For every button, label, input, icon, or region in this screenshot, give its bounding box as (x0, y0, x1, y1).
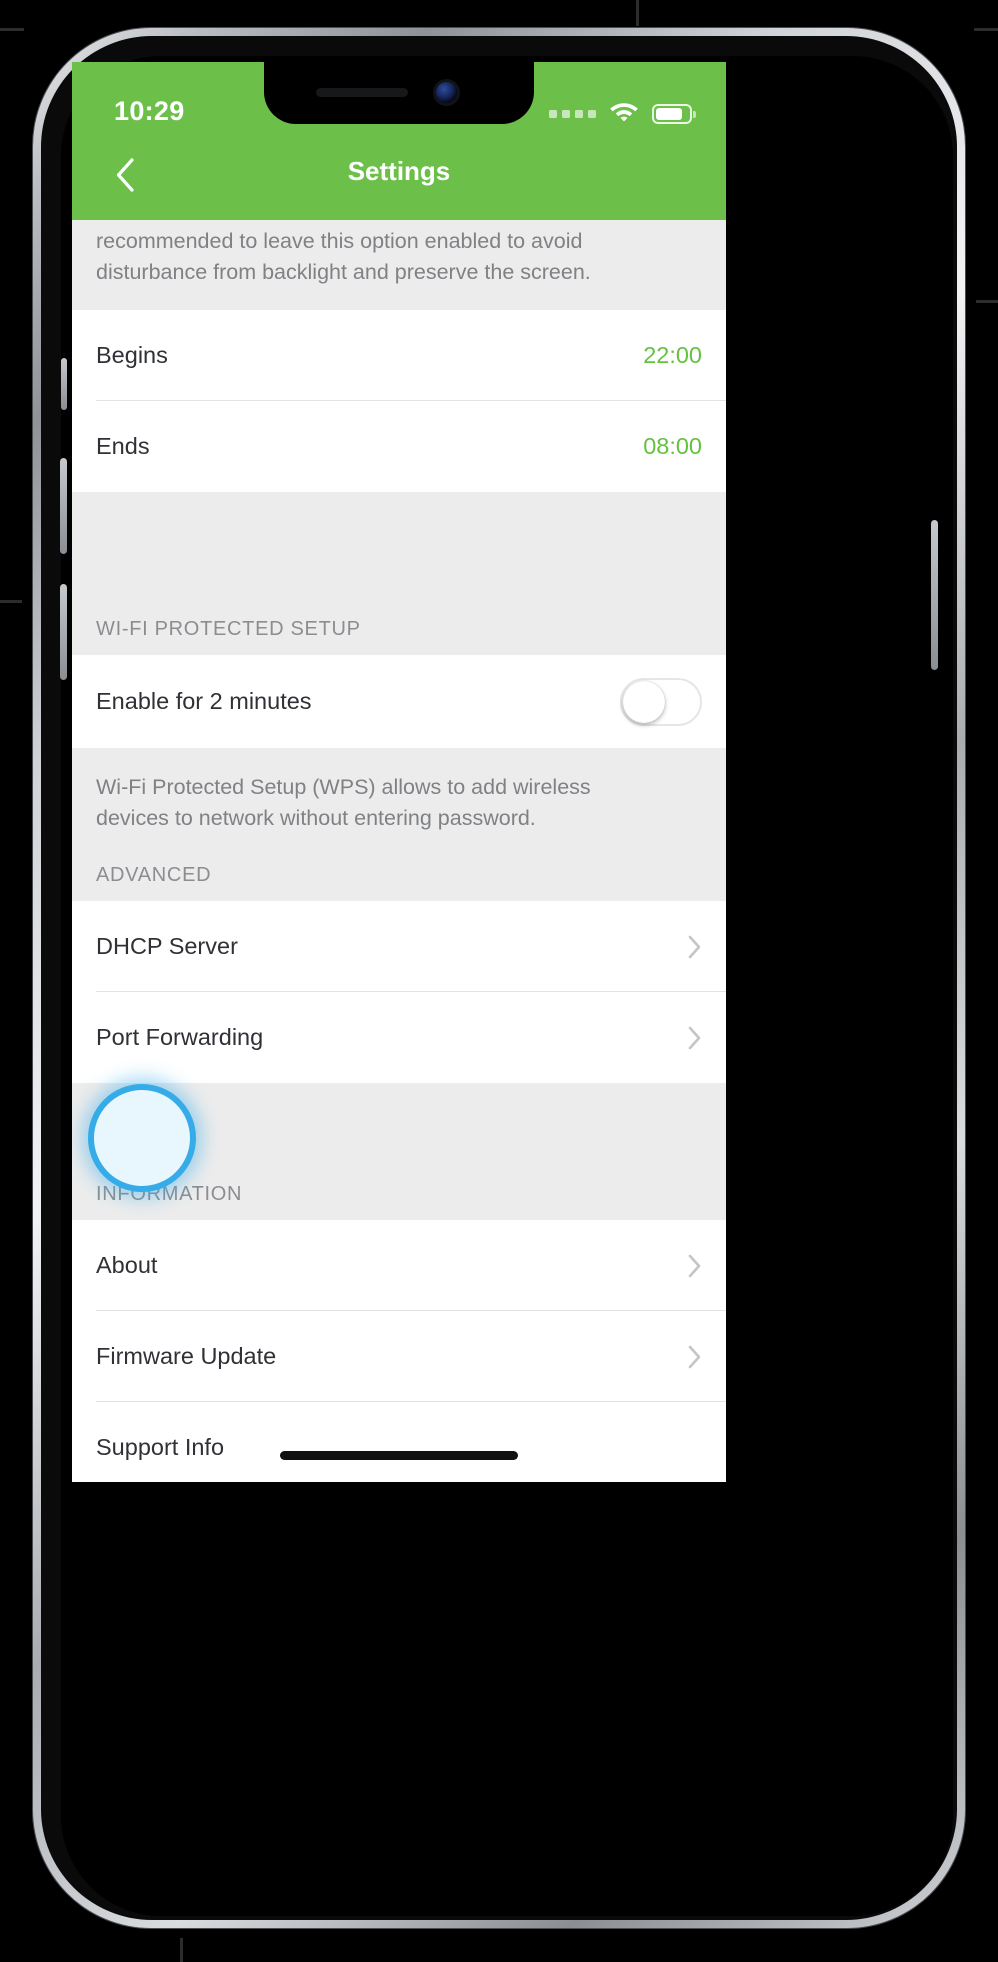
section-gap (72, 1083, 726, 1179)
wps-description-line-1: Wi-Fi Protected Setup (WPS) allows to ad… (96, 775, 591, 799)
wps-description-line-2: devices to network without entering pass… (96, 806, 536, 830)
status-bar-clock: 10:29 (114, 96, 185, 126)
crop-mark-right-upper (976, 300, 998, 303)
battery-icon (652, 103, 696, 124)
row-begins[interactable]: Begins 22:00 (72, 310, 726, 401)
section-header-wps: WI-FI PROTECTED SETUP (72, 588, 726, 655)
row-dhcp-server-label: DHCP Server (96, 933, 238, 959)
wifi-icon (609, 100, 639, 127)
navigation-bar: Settings (72, 124, 726, 220)
home-indicator[interactable] (280, 1451, 518, 1460)
row-port-forwarding[interactable]: Port Forwarding (72, 992, 726, 1083)
page-title: Settings (347, 156, 451, 186)
crop-mark-bottom-left (180, 1938, 183, 1962)
row-port-forwarding-label: Port Forwarding (96, 1024, 264, 1050)
app-top-bar: 10:29 Settings (72, 62, 726, 220)
chevron-right-icon (688, 1345, 702, 1369)
settings-list: recommended to leave this option enabled… (72, 220, 726, 1482)
phone-screen: 10:29 Settings recommended to leave this… (72, 62, 726, 1482)
device-notch (264, 62, 534, 124)
row-ends-value: 08:00 (643, 433, 702, 459)
row-firmware-update[interactable]: Firmware Update (72, 1311, 726, 1402)
volume-down-button[interactable] (60, 584, 67, 680)
section-header-advanced: ADVANCED (72, 856, 726, 901)
crop-mark-top-center (636, 0, 639, 26)
row-wps-enable-label: Enable for 2 minutes (96, 688, 312, 714)
row-begins-label: Begins (96, 342, 168, 368)
screenshot-stage: 10:29 Settings recommended to leave this… (0, 0, 998, 1962)
row-about-label: About (96, 1252, 158, 1278)
crop-mark-top-right (974, 28, 998, 31)
power-button[interactable] (931, 520, 938, 670)
volume-up-button[interactable] (60, 458, 67, 554)
row-support-info[interactable]: Support Info (72, 1402, 726, 1482)
wps-description: Wi-Fi Protected Setup (WPS) allows to ad… (72, 748, 726, 856)
section-header-information: INFORMATION (72, 1179, 726, 1220)
row-begins-value: 22:00 (643, 342, 702, 368)
row-ends[interactable]: Ends 08:00 (72, 401, 726, 492)
crop-mark-top-left (0, 28, 24, 31)
information-group: About Firmware Update Support Info (72, 1220, 726, 1482)
wps-enable-toggle[interactable] (620, 677, 702, 726)
row-firmware-update-label: Firmware Update (96, 1343, 277, 1369)
row-dhcp-server[interactable]: DHCP Server (72, 901, 726, 992)
crop-mark-left-upper (0, 600, 22, 603)
night-mode-description-line-1: recommended to leave this option enabled… (96, 229, 583, 253)
front-camera (436, 82, 457, 103)
chevron-right-icon (688, 1026, 702, 1050)
status-bar-indicators (549, 100, 696, 127)
cellular-signal-icon (549, 109, 596, 118)
schedule-group: Begins 22:00 Ends 08:00 (72, 310, 726, 492)
row-ends-label: Ends (96, 433, 150, 459)
advanced-group: DHCP Server Port Forwarding (72, 901, 726, 1083)
night-mode-description-line-2: disturbance from backlight and preserve … (96, 260, 591, 284)
chevron-right-icon (688, 935, 702, 959)
wps-group: Enable for 2 minutes (72, 655, 726, 748)
mute-switch-button[interactable] (61, 358, 67, 410)
night-mode-description: recommended to leave this option enabled… (72, 220, 726, 310)
row-about[interactable]: About (72, 1220, 726, 1311)
toggle-knob (623, 680, 665, 723)
earpiece-speaker (316, 88, 408, 97)
row-wps-enable[interactable]: Enable for 2 minutes (72, 655, 726, 748)
section-gap (72, 492, 726, 588)
chevron-right-icon (688, 1254, 702, 1278)
